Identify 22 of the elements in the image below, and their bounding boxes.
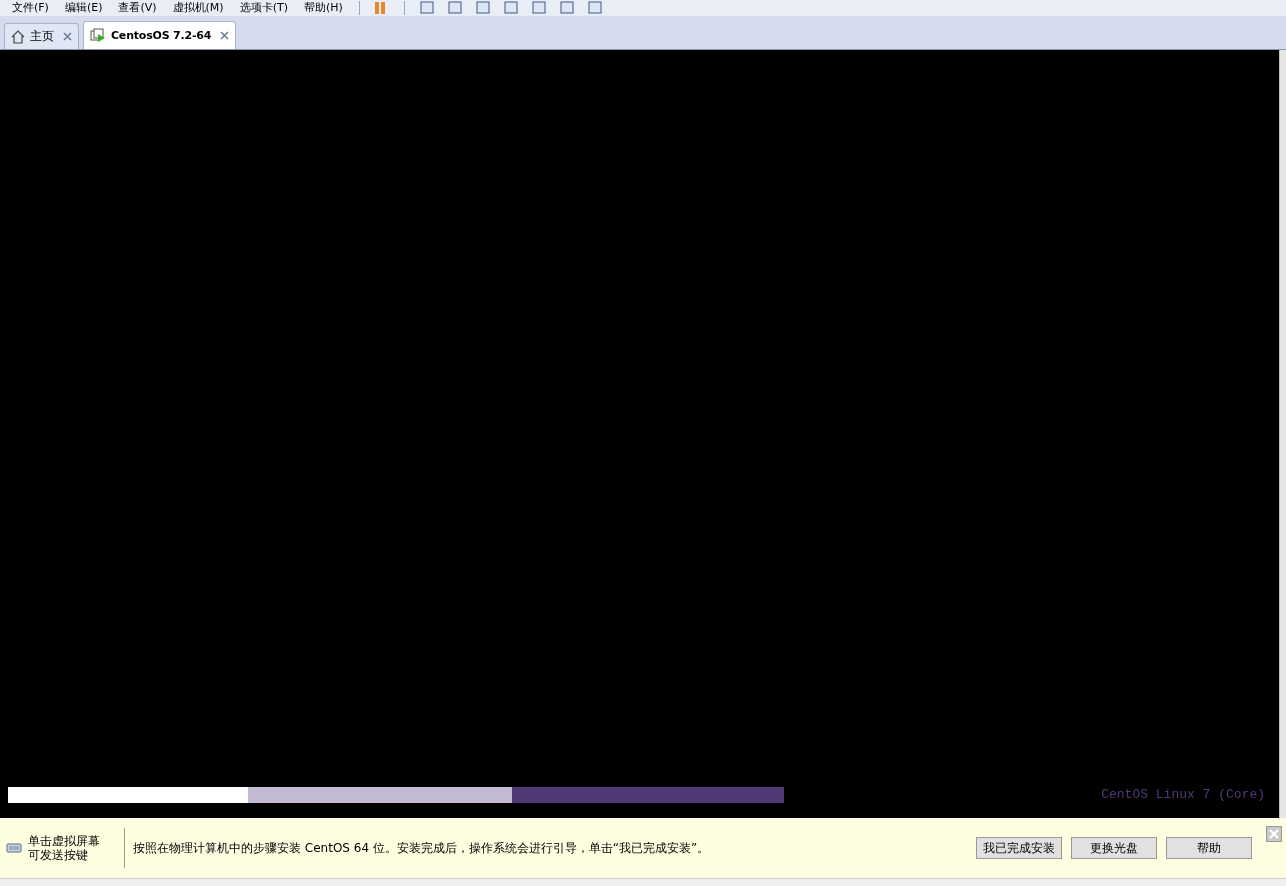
hint-button[interactable]: 更换光盘 <box>1071 837 1157 859</box>
menu-item[interactable]: 虚拟机(M) <box>166 1 230 15</box>
keyboard-hint: 单击虚拟屏幕 <box>28 834 100 848</box>
close-icon[interactable] <box>63 32 72 41</box>
close-icon[interactable] <box>1266 826 1282 842</box>
keyboard-hint: 可发送按键 <box>28 848 89 862</box>
tab[interactable]: CentosOS 7.2-64 <box>83 21 237 49</box>
hint-button[interactable]: 我已完成安装 <box>976 837 1062 859</box>
install-message: 按照在物理计算机中的步骤安装 CentOS 64 位。安装完成后，操作系统会进行引导，单击“我已完成安装”。 <box>133 839 711 857</box>
hint-button[interactable]: 帮助 <box>1166 837 1252 859</box>
home-icon <box>11 29 25 44</box>
close-icon[interactable] <box>220 31 230 40</box>
menu-item[interactable]: 查看(V) <box>112 1 163 15</box>
keyboard-icon <box>6 842 22 854</box>
scrollbar[interactable] <box>1279 50 1286 818</box>
menu-item[interactable]: 文件(F) <box>6 1 55 15</box>
menu-item[interactable]: 选项卡(T) <box>233 1 294 15</box>
tab[interactable]: 主页 <box>4 23 79 49</box>
os-label: CentOS Linux 7 (Core) <box>1101 787 1265 803</box>
menu-item[interactable]: 编辑(E) <box>58 1 109 15</box>
menu-item[interactable]: 帮助(H) <box>297 1 349 15</box>
virtual-machine-icon <box>90 28 106 43</box>
